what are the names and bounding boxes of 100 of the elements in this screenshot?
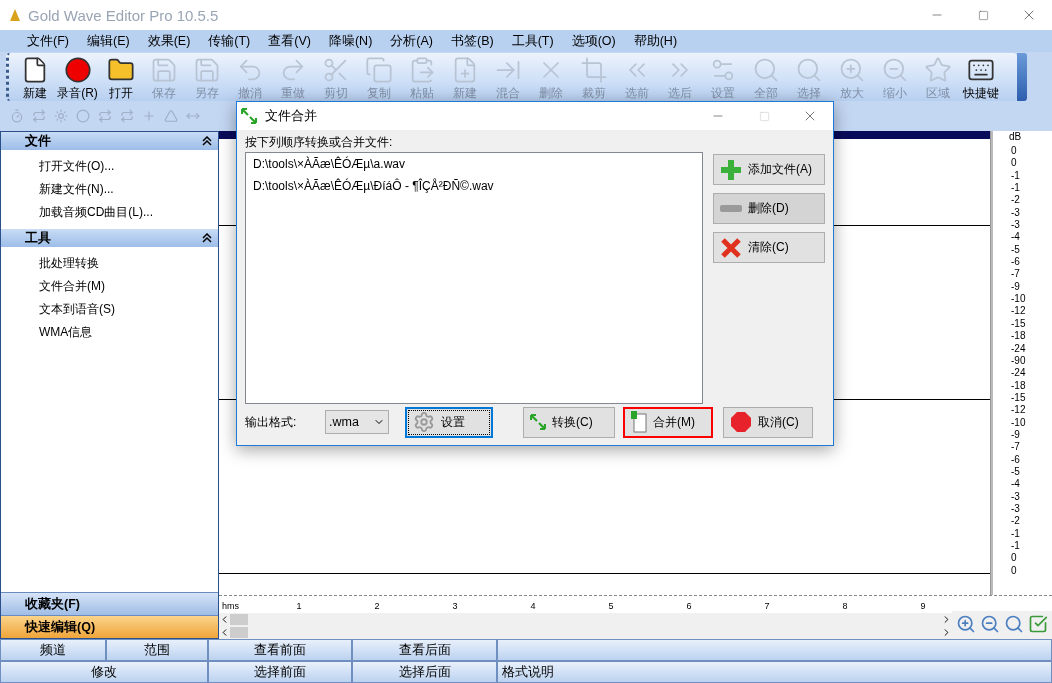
scale-label: -3: [1010, 219, 1021, 232]
list-button[interactable]: 添加文件(A): [713, 154, 825, 185]
toolbar-button[interactable]: 快捷键: [959, 53, 1002, 101]
task-link[interactable]: 加载音频CD曲目(L)...: [39, 204, 218, 221]
scale-label: 0: [1010, 564, 1018, 578]
merge-arrows-icon: [530, 414, 546, 430]
toolbar-button[interactable]: 打开: [99, 53, 142, 101]
command-button[interactable]: 查看前面: [208, 639, 352, 661]
command-button[interactable]: 修改: [0, 661, 208, 683]
ruler-label: 3: [451, 601, 459, 611]
command-button[interactable]: 查看后面: [352, 639, 497, 661]
list-button[interactable]: 删除(D): [713, 193, 825, 224]
scale-label: -12: [1010, 404, 1027, 417]
scale-label: -1: [1010, 527, 1021, 540]
scale-label: -6: [1010, 256, 1021, 269]
ruler-label: 9: [919, 601, 927, 611]
scale-label: -10: [1010, 293, 1027, 306]
scroll-thumb[interactable]: [230, 614, 248, 625]
toolbar-options-tab[interactable]: [1017, 53, 1027, 101]
dialog-button[interactable]: 转换(C): [523, 406, 615, 438]
task-link[interactable]: 文本到语音(S): [39, 301, 218, 318]
scale-label: -1: [1010, 182, 1021, 195]
scale-label: 0: [1010, 157, 1018, 170]
plus-icon[interactable]: [142, 109, 156, 123]
dialog-button[interactable]: 取消(C): [723, 406, 813, 438]
scale-label: 0: [1010, 145, 1018, 158]
scale-label: -10: [1010, 416, 1027, 429]
dialog-button[interactable]: 设置: [405, 406, 493, 438]
loop-icon[interactable]: [120, 109, 134, 123]
loop-icon[interactable]: [98, 109, 112, 123]
check-icon[interactable]: [1028, 614, 1048, 634]
ruler-label: 5: [607, 601, 615, 611]
command-button[interactable]: 格式说明: [497, 661, 1052, 683]
app-icon: [8, 7, 22, 23]
dialog-title: 文件合并: [265, 107, 318, 125]
list-button[interactable]: 清除(C): [713, 232, 825, 263]
ruler-label: 2: [373, 601, 381, 611]
ruler-label: 4: [529, 601, 537, 611]
circle-icon[interactable]: [76, 109, 90, 123]
record-icon: [63, 56, 92, 84]
menu-item[interactable]: 工具(T): [502, 32, 563, 50]
panel-header[interactable]: 快速编辑(Q): [1, 615, 218, 638]
menu-item[interactable]: 选项(O): [562, 32, 625, 50]
loop-icon[interactable]: [32, 109, 46, 123]
scale-label: 0: [1010, 552, 1018, 565]
scale-label: -24: [1010, 367, 1027, 380]
document-icon: [631, 411, 647, 433]
menu-item[interactable]: 传输(T): [199, 32, 260, 50]
scale-label: -5: [1010, 243, 1021, 257]
maximize-icon: [758, 110, 770, 122]
menu-item[interactable]: 查看(V): [259, 32, 320, 50]
section-header[interactable]: 文件: [1, 132, 218, 150]
scale-label: -2: [1010, 515, 1021, 528]
x-icon: [720, 236, 742, 259]
zoom-in-icon[interactable]: [956, 614, 976, 634]
command-button[interactable]: 选择后面: [352, 661, 497, 683]
command-button[interactable]: 范围: [106, 639, 208, 661]
task-link[interactable]: 批处理转换: [39, 255, 218, 272]
task-link[interactable]: 文件合并(M): [39, 278, 218, 295]
file-list[interactable]: D:\tools\×ÀÃæ\ÊÓÆµ\a.wav D:\tools\×ÀÃæ\ÊÓÆµ\ÐíáÔ - ¶ÎÇÅ²ÐÑ©.wav: [245, 152, 703, 404]
scale-label: -15: [1010, 317, 1027, 331]
format-dropdown[interactable]: .wma: [325, 410, 389, 434]
star-icon: [923, 56, 952, 84]
task-link[interactable]: 新建文件(N)...: [39, 181, 218, 198]
menu-item[interactable]: 分析(A): [381, 32, 442, 50]
scale-label: -4: [1010, 231, 1021, 244]
sun-icon[interactable]: [54, 109, 68, 123]
stopwatch-icon[interactable]: [10, 109, 24, 123]
menu-item[interactable]: 降噪(N): [319, 32, 382, 50]
menu-item[interactable]: 编辑(E): [77, 32, 139, 50]
instruction-text: 按下列顺序转换或合并文件:: [245, 134, 393, 151]
menu-item[interactable]: 书签(B): [442, 32, 503, 50]
format-label: 输出格式:: [245, 413, 298, 431]
dialog-button[interactable]: 合并(M): [623, 406, 713, 438]
scale-label: -3: [1010, 502, 1021, 516]
scale-label: -3: [1010, 490, 1021, 503]
search-icon[interactable]: [1004, 614, 1024, 634]
task-link[interactable]: 打开文件(O)...: [39, 158, 218, 175]
scale-label: -7: [1010, 268, 1021, 281]
scale-unit: dB: [1009, 131, 1023, 142]
menu-item[interactable]: 效果(E): [138, 32, 200, 50]
toolbar-button[interactable]: 新建: [13, 53, 56, 101]
menu-item[interactable]: 帮助(H): [624, 32, 687, 50]
task-link[interactable]: WMA信息: [39, 324, 218, 341]
panel-header[interactable]: 收藏夹(F): [1, 592, 218, 615]
zoom-out-icon[interactable]: [980, 614, 1000, 634]
section-header[interactable]: 工具: [1, 229, 218, 247]
file-item[interactable]: D:\tools\×ÀÃæ\ÊÓÆµ\a.wav: [253, 157, 702, 171]
toolbar-button[interactable]: 录音(R): [56, 53, 99, 101]
crop-icon: [579, 56, 608, 84]
collapse-icon[interactable]: [202, 233, 212, 243]
ruler-label: 8: [841, 601, 849, 611]
triangle-icon[interactable]: [164, 109, 178, 123]
file-item[interactable]: D:\tools\×ÀÃæ\ÊÓÆµ\ÐíáÔ - ¶ÎÇÅ²ÐÑ©.wav: [253, 179, 702, 193]
menu-item[interactable]: 文件(F): [18, 32, 78, 50]
maximize-icon[interactable]: [977, 9, 989, 21]
collapse-icon[interactable]: [202, 136, 212, 146]
scroll-thumb[interactable]: [230, 627, 248, 638]
command-button[interactable]: 频道: [0, 639, 106, 661]
command-button[interactable]: 选择前面: [208, 661, 352, 683]
